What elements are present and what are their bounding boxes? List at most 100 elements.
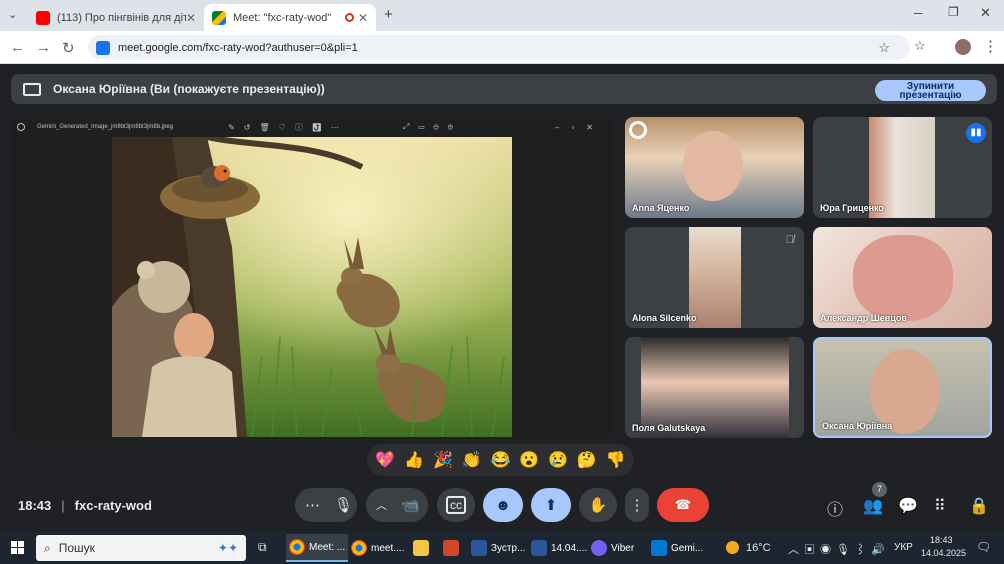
reaction-thumbs-down-button[interactable]: 👎 [606,450,626,470]
participant-tile[interactable]: Anna Яценко [625,117,804,218]
chrome-icon [289,539,305,555]
back-arrow-icon[interactable]: ← [10,39,25,56]
viewer-app-icon [17,123,25,131]
hang-up-icon: ☎ [674,497,692,512]
viewer-filename: Gemini_Generated_Image_jm8bt3jm8bt3jm8b.… [37,124,174,130]
viber-icon [591,540,607,556]
reaction-clap-button[interactable]: 👏 [462,450,482,470]
chat-icon[interactable]: 💬 [898,496,918,516]
clock-date[interactable]: 14.04.2025 [921,548,966,558]
tray-icons[interactable]: ︿▣◉🎙⌇🔊 [788,541,890,557]
host-controls-icon[interactable]: 🔒 [969,496,989,516]
browser-toolbar: ← → ↻ meet.google.com/fxc-raty-wod?authu… [0,31,1004,64]
reaction-thumbs-up-button[interactable]: 👍 [404,450,424,470]
emoji-reactions-button[interactable]: ☻ [483,488,523,522]
forward-arrow-icon[interactable]: → [36,39,51,56]
divider: | [61,498,65,513]
reaction-thinking-button[interactable]: 🤔 [577,450,597,470]
activities-icon[interactable]: ⠿ [934,496,946,516]
people-icon[interactable]: 👥 [863,496,883,516]
windows-start-icon[interactable] [11,541,24,554]
participant-tile[interactable]: Александр Шевцов [813,227,992,328]
present-now-button[interactable]: ⬆ [531,488,571,522]
windows-taskbar: ⌕ Пошук ✦✦ ⧉ Meet: ... meet.... Зустр...… [0,531,1004,564]
captions-button[interactable]: cc [437,488,475,522]
viewer-window-controls: –▫✕ [555,122,605,132]
site-info-icon[interactable] [96,40,110,55]
microphone-icon: 🎙 [334,497,354,514]
leave-call-button[interactable]: ☎ [657,488,709,522]
video-options-button[interactable]: ︿ 📹 [366,488,428,522]
audio-level-icon: ▮▮ [966,123,986,143]
tab-google-meet[interactable]: Meet: "fxc-raty-wod" ✕ [204,4,376,31]
more-audio-options-button[interactable]: ⋯ 🎙 [295,488,357,522]
taskbar-app-chrome[interactable]: meet.... [348,534,407,562]
reaction-heart-button[interactable]: 💖 [375,450,395,470]
url-text[interactable]: meet.google.com/fxc-raty-wod?authuser=0&… [118,42,358,54]
word-icon [531,540,547,556]
reaction-surprised-button[interactable]: 😮 [519,450,539,470]
clock-time[interactable]: 18:43 [930,535,953,545]
word-icon [471,540,487,556]
profile-avatar[interactable] [955,39,971,55]
bookmarks-icon[interactable]: ☆ [914,38,926,54]
taskbar-app-label: Meet: ... [309,541,346,553]
tab-youtube[interactable]: (113) Про пінгвінів для дітей - ✕ [28,4,204,31]
close-window-button[interactable]: ✕ [980,5,991,21]
reload-icon[interactable]: ↻ [62,39,75,57]
close-tab-icon[interactable]: ✕ [186,11,196,25]
stop-presenting-button[interactable]: Зупинити презентацію [875,80,986,101]
participant-tile[interactable]: Поля Galutskaya [625,337,804,438]
youtube-icon [36,10,50,25]
participant-tile[interactable]: 🎙̸ Alona Silcenko [625,227,804,328]
taskbar-app-word-date[interactable]: 14.04.... [528,534,590,562]
taskbar-search[interactable]: ⌕ Пошук ✦✦ [36,535,246,561]
meeting-time: 18:43 [18,498,52,513]
meet-main: Оксана Юріївна (Ви (покажуєте презентаці… [0,64,1004,531]
close-tab-icon[interactable]: ✕ [358,11,368,25]
search-placeholder: Пошук [58,541,95,555]
taskbar-app-viber[interactable]: Viber [588,534,637,562]
participant-name: Юра Гриценко [820,203,884,213]
meeting-info: 18:43 | fxc-raty-wod [18,498,152,513]
reaction-party-button[interactable]: 🎉 [433,450,453,470]
taskbar-app-powerpoint[interactable] [440,534,466,562]
camera-icon: 📹 [401,497,420,514]
weather-sun-icon [726,541,739,554]
task-view-icon[interactable]: ⧉ [258,540,267,555]
notifications-icon[interactable]: 🗨 [976,540,991,554]
recording-indicator-icon [345,13,354,22]
new-tab-button[interactable]: + [384,6,393,23]
address-bar[interactable]: meet.google.com/fxc-raty-wod?authuser=0&… [88,35,910,60]
weather-temperature[interactable]: 16°C [746,542,771,554]
raise-hand-button[interactable]: ✋ [579,488,617,522]
minimize-window-button[interactable]: ─ [914,6,923,20]
image-viewer-toolbar: Gemini_Generated_Image_jm8bt3jm8bt3jm8b.… [11,117,613,137]
taskbar-app-word-meeting[interactable]: Зустр... [468,534,528,562]
bookmark-star-icon[interactable]: ☆ [878,40,890,56]
more-vertical-icon: ⋮ [629,497,645,514]
participant-tile[interactable]: ▮▮ Юра Гриценко [813,117,992,218]
chrome-menu-icon[interactable]: ⋮ [983,37,998,55]
restore-window-button[interactable]: ❐ [948,5,959,19]
reaction-sad-button[interactable]: 😢 [548,450,568,470]
more-options-button[interactable]: ⋮ [625,488,649,522]
participant-name: Alona Silcenko [632,313,697,323]
taskbar-app-explorer[interactable] [410,534,436,562]
language-indicator[interactable]: УКР [894,542,913,553]
tab-search-button[interactable]: ⌄ [8,8,17,21]
powerpoint-icon [443,540,459,556]
participant-tile[interactable]: Оксана Юріївна [813,337,992,438]
shared-image [112,137,512,437]
taskbar-app-label: Gemi... [671,542,704,554]
taskbar-app-chrome-meet[interactable]: Meet: ... [286,534,349,562]
meeting-details-icon[interactable]: ⓘ [827,496,843,520]
forest-illustration [112,137,512,437]
speaking-indicator-icon [629,121,647,139]
shared-screen: Gemini_Generated_Image_jm8bt3jm8bt3jm8b.… [11,117,613,437]
taskbar-app-gemini[interactable]: Gemi... [648,534,706,562]
taskbar-app-label: Viber [611,542,635,554]
meeting-code: fxc-raty-wod [74,498,152,513]
reaction-laugh-button[interactable]: 😂 [490,450,510,470]
avatar [853,235,953,321]
